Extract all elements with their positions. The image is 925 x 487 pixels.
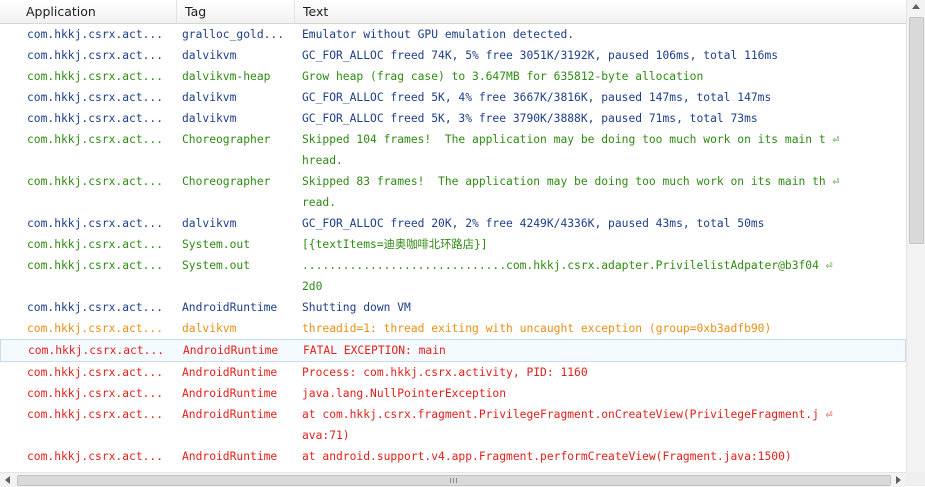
- log-text: GC_FOR_ALLOC freed 74K, 5% free 3051K/31…: [302, 49, 779, 62]
- log-tag: System.out: [182, 238, 251, 251]
- log-row[interactable]: com.hkkj.csrx.act... dalvikvm-heap Grow he…: [0, 66, 906, 87]
- log-tag: dalvikvm: [182, 217, 237, 230]
- log-text: Shutting down VM: [302, 301, 411, 314]
- log-text: at com.hkkj.csrx.fragment.PrivilegeFragm…: [302, 408, 833, 442]
- log-application: com.hkkj.csrx.act...: [27, 259, 164, 272]
- log-text: FATAL EXCEPTION: main: [303, 344, 446, 357]
- log-row[interactable]: com.hkkj.csrx.act... gralloc_gold... Emula…: [0, 24, 906, 45]
- log-row[interactable]: com.hkkj.csrx.act... AndroidRuntime FATAL …: [0, 339, 906, 362]
- column-header-application[interactable]: Application: [18, 0, 177, 23]
- scroll-grip-icon: [450, 478, 458, 483]
- log-text: ..............................com.hkkj.c…: [302, 259, 833, 293]
- log-application: com.hkkj.csrx.act...: [27, 408, 164, 421]
- log-application: com.hkkj.csrx.act...: [28, 344, 165, 357]
- log-tag: AndroidRuntime: [182, 450, 278, 463]
- log-tag: Choreographer: [182, 133, 271, 146]
- log-text: at android.support.v4.app.Fragment.perfo…: [302, 450, 792, 463]
- log-tag: AndroidRuntime: [182, 366, 278, 379]
- log-tag: Choreographer: [182, 175, 271, 188]
- log-application: com.hkkj.csrx.act...: [27, 175, 164, 188]
- log-tag: dalvikvm: [182, 322, 237, 335]
- scroll-right-icon[interactable]: [896, 476, 901, 484]
- log-row[interactable]: com.hkkj.csrx.act... AndroidRuntime at and…: [0, 446, 906, 467]
- log-tag: dalvikvm-heap: [182, 70, 271, 83]
- log-row[interactable]: com.hkkj.csrx.act... Choreographer Skipped…: [0, 129, 906, 171]
- log-application: com.hkkj.csrx.act...: [27, 133, 164, 146]
- log-application: com.hkkj.csrx.act...: [27, 301, 164, 314]
- log-row[interactable]: com.hkkj.csrx.act... Choreographer Skipped…: [0, 171, 906, 213]
- log-text: Skipped 83 frames! The application may b…: [302, 175, 840, 209]
- log-row[interactable]: com.hkkj.csrx.act... AndroidRuntime Shutti…: [0, 297, 906, 318]
- log-tag: dalvikvm: [182, 112, 237, 125]
- log-text: java.lang.NullPointerException: [302, 387, 507, 400]
- log-tag: System.out: [182, 259, 251, 272]
- log-application: com.hkkj.csrx.act...: [27, 70, 164, 83]
- log-text: GC_FOR_ALLOC freed 5K, 3% free 3790K/388…: [302, 112, 758, 125]
- log-text: GC_FOR_ALLOC freed 5K, 4% free 3667K/381…: [302, 91, 772, 104]
- column-header: Application Tag Text: [0, 0, 925, 24]
- log-application: com.hkkj.csrx.act...: [27, 450, 164, 463]
- log-row[interactable]: com.hkkj.csrx.act... AndroidRuntime Proces…: [0, 362, 906, 383]
- log-tag: gralloc_gold...: [182, 28, 285, 41]
- horizontal-scroll-thumb[interactable]: [17, 475, 891, 486]
- log-application: com.hkkj.csrx.act...: [27, 28, 164, 41]
- log-row[interactable]: com.hkkj.csrx.act... dalvikvm GC_FOR_ALLOC…: [0, 108, 906, 129]
- log-text: GC_FOR_ALLOC freed 20K, 2% free 4249K/43…: [302, 217, 765, 230]
- log-row[interactable]: com.hkkj.csrx.act... dalvikvm GC_FOR_ALLOC…: [0, 213, 906, 234]
- log-row[interactable]: com.hkkj.csrx.act... System.out [{textItem…: [0, 234, 906, 255]
- log-application: com.hkkj.csrx.act...: [27, 387, 164, 400]
- horizontal-scrollbar[interactable]: [0, 472, 906, 487]
- log-text: threadid=1: thread exiting with uncaught…: [302, 322, 772, 335]
- column-header-tag[interactable]: Tag: [177, 0, 295, 23]
- log-tag: AndroidRuntime: [183, 344, 279, 357]
- log-tag: AndroidRuntime: [182, 408, 278, 421]
- log-application: com.hkkj.csrx.act...: [27, 238, 164, 251]
- log-tag: dalvikvm: [182, 91, 237, 104]
- log-application: com.hkkj.csrx.act...: [27, 91, 164, 104]
- log-row[interactable]: com.hkkj.csrx.act... dalvikvm GC_FOR_ALLOC…: [0, 87, 906, 108]
- log-tag: dalvikvm: [182, 49, 237, 62]
- log-row[interactable]: com.hkkj.csrx.act... AndroidRuntime at com…: [0, 404, 906, 446]
- vertical-scroll-thumb[interactable]: [909, 17, 924, 244]
- scroll-left-icon[interactable]: [5, 476, 10, 484]
- log-row[interactable]: com.hkkj.csrx.act... AndroidRuntime java.l…: [0, 383, 906, 404]
- log-application: com.hkkj.csrx.act...: [27, 322, 164, 335]
- log-application: com.hkkj.csrx.act...: [27, 112, 164, 125]
- log-tag: AndroidRuntime: [182, 387, 278, 400]
- log-row[interactable]: com.hkkj.csrx.act... dalvikvm GC_FOR_ALLOC…: [0, 45, 906, 66]
- log-table: com.hkkj.csrx.act... gralloc_gold... Emula…: [0, 24, 906, 472]
- log-application: com.hkkj.csrx.act...: [27, 49, 164, 62]
- log-application: com.hkkj.csrx.act...: [27, 217, 164, 230]
- log-text: Skipped 104 frames! The application may …: [302, 133, 840, 167]
- scrollbar-corner: [906, 472, 925, 486]
- log-text: [{textItems=迪奥咖啡北环路店}]: [302, 238, 488, 251]
- log-text: Emulator without GPU emulation detected.: [302, 28, 575, 41]
- column-header-text[interactable]: Text: [295, 0, 906, 23]
- scroll-up-icon[interactable]: [912, 4, 920, 9]
- log-row[interactable]: com.hkkj.csrx.act... System.out..........…: [0, 255, 906, 297]
- vertical-scrollbar[interactable]: [906, 0, 925, 472]
- log-text: Process: com.hkkj.csrx.activity, PID: 11…: [302, 366, 588, 379]
- log-text: Grow heap (frag case) to 3.647MB for 635…: [302, 70, 704, 83]
- log-row[interactable]: com.hkkj.csrx.act... dalvikvm threadid=1: …: [0, 318, 906, 339]
- log-tag: AndroidRuntime: [182, 301, 278, 314]
- log-application: com.hkkj.csrx.act...: [27, 366, 164, 379]
